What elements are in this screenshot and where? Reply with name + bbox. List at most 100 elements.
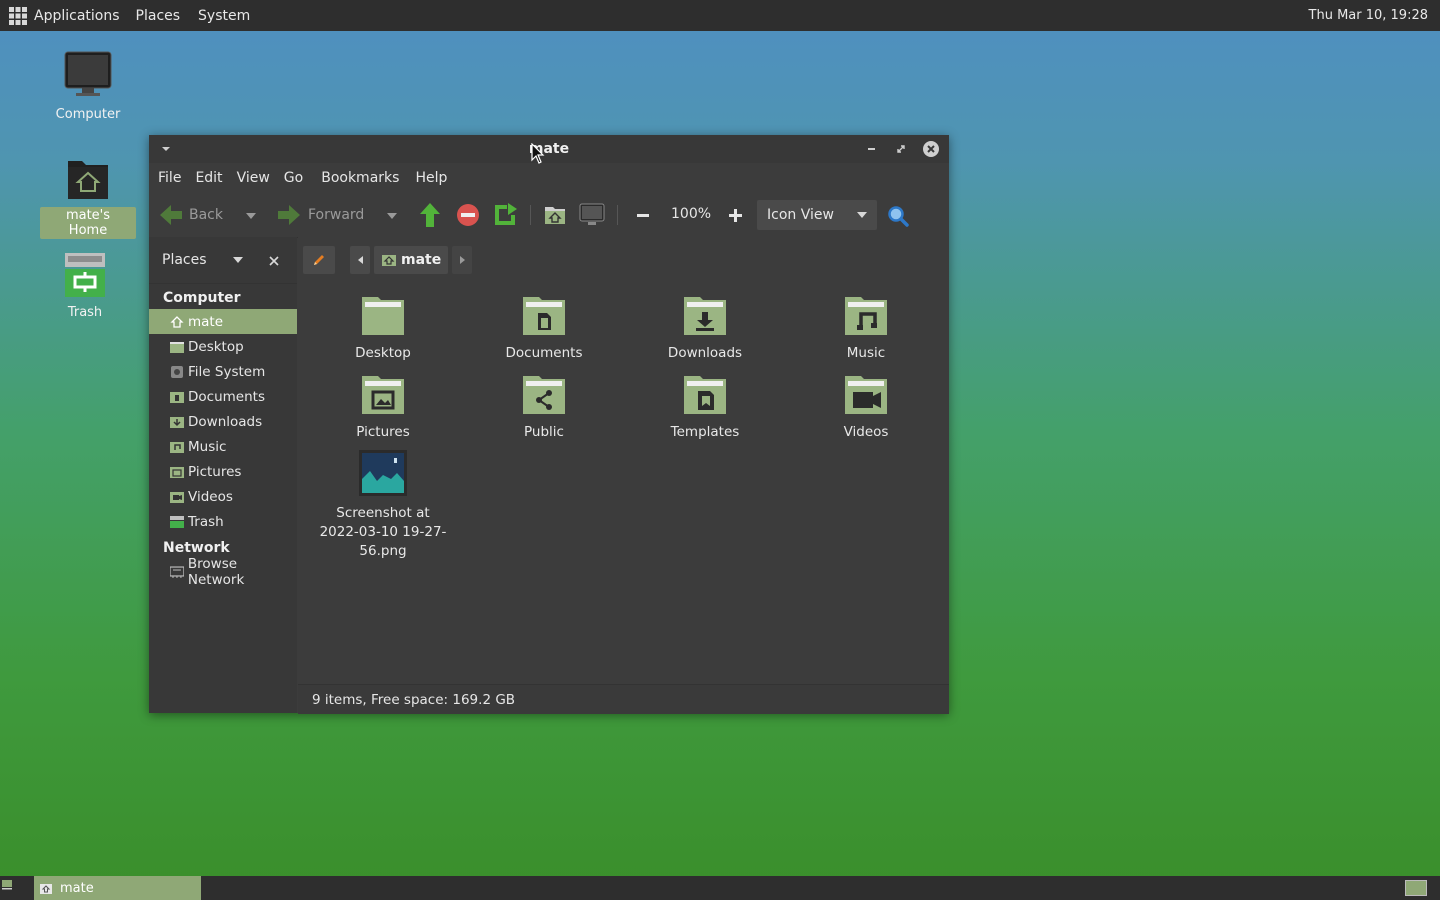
sidebar-item-downloads[interactable]: Downloads [149,409,297,434]
sidebar-item-browse-network[interactable]: Browse Network [149,556,297,588]
zoom-out-button[interactable] [637,214,649,217]
file-item-pictures[interactable]: Pictures [308,374,458,442]
menu-bookmarks[interactable]: Bookmarks [314,170,406,186]
chevron-right-icon [459,256,465,264]
minimize-button[interactable] [861,139,881,159]
reload-icon [495,203,517,225]
top-panel: Applications Places System Thu Mar 10, 1… [0,0,1440,31]
up-button[interactable] [419,202,441,228]
file-name: Public [524,424,564,440]
arrow-up-icon [420,203,440,227]
sidebar-item-file-system[interactable]: File System [149,359,297,384]
zoom-in-button[interactable] [729,209,742,222]
menu-view[interactable]: View [230,170,277,186]
file-item-downloads[interactable]: Downloads [630,295,780,363]
search-button[interactable] [887,205,909,227]
sidebar-item-videos[interactable]: Videos [149,484,297,509]
sidebar-item-music[interactable]: Music [149,434,297,459]
path-scroll-right-button[interactable] [452,246,472,274]
file-item-videos[interactable]: Videos [791,374,941,442]
file-name: Downloads [667,345,743,361]
menu-help[interactable]: Help [408,170,454,186]
file-item-documents[interactable]: Documents [469,295,619,363]
home-button[interactable] [543,204,567,226]
sidebar-item-label: Videos [188,488,233,505]
path-button-label: mate [401,252,442,268]
titlebar[interactable]: mate [149,135,949,163]
clock[interactable]: Thu Mar 10, 19:28 [1309,0,1428,31]
desktop-icon-trash[interactable]: Trash [37,250,133,321]
menubar: File Edit View Go Bookmarks Help [149,163,949,193]
desktop-icon-label: Computer [55,107,121,122]
stop-button[interactable] [456,203,480,227]
workspace-switcher[interactable] [1405,880,1427,896]
file-item-screenshot[interactable]: Screenshot at 2022-03-10 19-27-56.png [308,449,458,561]
sidebar-item-mate[interactable]: mate [149,309,297,334]
maximize-icon [897,145,905,153]
sidebar-item-desktop[interactable]: Desktop [149,334,297,359]
desktop-icon-computer[interactable]: Computer [40,50,136,123]
file-name: Screenshot at 2022-03-10 19-27-56.png [319,505,447,559]
sidebar-item-pictures[interactable]: Pictures [149,459,297,484]
view-mode-label: Icon View [767,207,834,223]
desktop-icon-home[interactable]: mate's Home [40,157,136,239]
sidebar-item-trash[interactable]: Trash [149,509,297,534]
system-menu[interactable]: System [188,0,258,31]
file-item-public[interactable]: Public [469,374,619,442]
sidebar-item-label: Music [188,438,227,455]
applications-menu[interactable]: Applications [0,0,128,31]
sidebar-item-label: Browse Network [187,555,245,588]
menu-file[interactable]: File [151,170,188,186]
folder-templates-icon [684,376,726,414]
file-view: Desktop Documents Downloads Music Pictur… [298,283,949,684]
forward-button[interactable]: Forward [277,204,364,226]
desktop-icon-label: Trash [67,305,103,320]
path-scroll-left-button[interactable] [350,246,370,274]
file-item-music[interactable]: Music [791,295,941,363]
home-icon [545,207,565,224]
zoom-level[interactable]: 100% [671,206,711,222]
folder-documents-icon [170,391,184,403]
show-desktop-icon [2,880,12,890]
back-history-button[interactable] [246,213,256,219]
drive-icon [171,365,183,378]
reload-button[interactable] [492,202,518,228]
home-icon [40,883,52,894]
home-icon [382,255,396,266]
places-menu[interactable]: Places [128,0,189,31]
computer-button[interactable] [579,203,605,227]
file-name: Desktop [355,345,411,361]
computer-icon [64,51,112,96]
toolbar-separator [530,205,531,225]
chevron-down-icon [246,213,256,219]
show-desktop-button[interactable] [2,879,14,890]
view-mode-select[interactable]: Icon View [757,200,877,230]
folder-public-icon [523,376,565,414]
sidebar-type-dropdown[interactable] [233,257,243,263]
close-button[interactable] [921,139,941,159]
file-item-desktop[interactable]: Desktop [308,295,458,363]
file-name: Music [846,345,886,361]
sidebar-item-label: Pictures [188,463,242,480]
maximize-button[interactable] [891,139,911,159]
menu-go[interactable]: Go [277,170,310,186]
path-button-mate[interactable]: mate [374,246,448,274]
chevron-down-icon [857,212,867,218]
file-item-templates[interactable]: Templates [630,374,780,442]
back-button[interactable]: Back [159,204,223,226]
menu-edit[interactable]: Edit [188,170,229,186]
sidebar-item-documents[interactable]: Documents [149,384,297,409]
forward-history-button[interactable] [387,213,397,219]
folder-pictures-icon [170,466,184,478]
sidebar-item-label: Downloads [188,413,263,430]
network-icon [170,565,184,578]
trash-icon [65,253,105,297]
edit-location-button[interactable] [303,246,335,274]
sidebar-item-label: Trash [188,513,224,530]
sidebar-item-label: Desktop [188,338,244,355]
folder-music-icon [170,441,184,453]
close-icon[interactable] [269,256,279,266]
status-bar: 9 items, Free space: 169.2 GB [298,684,949,714]
desktop-icon-label: mate's Home [40,207,136,239]
taskbar-item-mate[interactable]: mate [34,876,201,900]
